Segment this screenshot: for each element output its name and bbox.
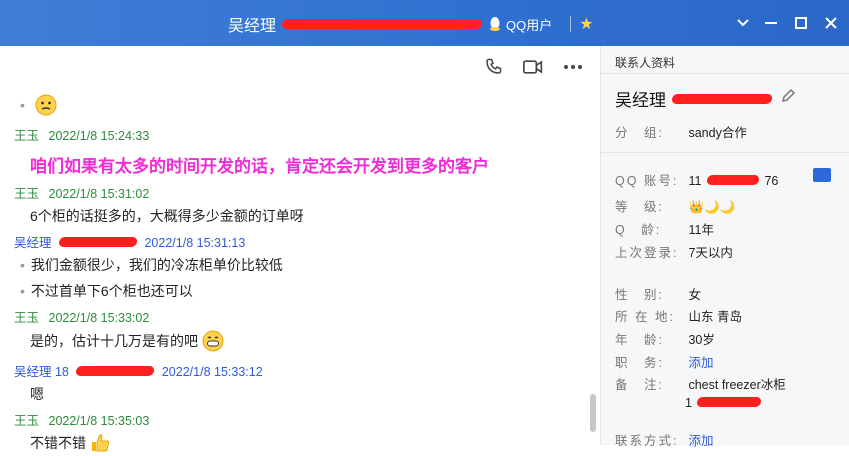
profile-panel: 联系人资料 吴经理 分 组: sandy合作 QQ 账号: 11 76 等 级:… [601,46,849,448]
highlight-message: 咱们如果有太多的时间开发的话，肯定还会开发到更多的客户 [30,157,489,176]
row-value: 11年 [688,223,714,237]
add-contact-link[interactable]: 添加 [688,434,713,448]
profile-row-group: 分 组: sandy合作 [615,122,747,141]
grin-face-icon [202,330,224,355]
maximize-icon[interactable] [788,10,814,36]
profile-row-last-login: 上次登录: 7天以内 [615,242,733,261]
message-time: 2022/1/8 15:31:13 [144,236,246,250]
row-label: 等 级: [615,200,664,214]
scrollbar-thumb[interactable] [590,394,596,432]
message-header: 王玉 2022/1/8 15:33:02 [14,307,584,326]
row-label: 备 注: [615,378,664,392]
row-value-suffix: 76 [764,174,779,188]
qq-user-label: QQ用户 [506,17,553,33]
sender-name: 吴经理 18 [14,365,69,379]
title-contact: 吴经理 QQ用户 ★ [228,14,594,35]
level-icons: 👑🌙🌙 [688,200,736,214]
message-text: 是的，估计十几万是有的吧 [30,330,584,355]
more-icon[interactable] [562,56,584,78]
chat-pane: 王玉 2022/1/8 15:24:33 咱们如果有太多的时间开发的话，肯定还会… [0,46,601,452]
row-value: 7天以内 [688,246,733,260]
message-text: 不过首单下6个柜也还可以 [20,281,584,301]
sender-name: 王玉 [14,311,40,325]
sender-name: 王玉 [14,414,40,428]
message-time: 2022/1/8 15:33:02 [48,311,150,325]
favorite-star-icon[interactable]: ★ [579,14,593,34]
chevron-down-icon[interactable] [730,10,756,36]
row-label: QQ 账号: [615,174,679,188]
profile-row-location: 所 在 地: 山东 青岛 [615,306,742,325]
row-label: 性 别: [615,288,664,302]
remark-second-line: 1 [685,396,786,410]
profile-row-contact: 联系方式: 添加 [615,430,714,449]
message-time: 2022/1/8 15:33:12 [161,365,263,379]
row-label: 所 在 地: [615,310,675,324]
title-bar: 吴经理 QQ用户 ★ [0,0,849,46]
profile-row-remark: 备 注: chest freezer冰柜 1 [615,374,786,410]
id-card-icon[interactable] [813,168,831,182]
sender-redaction [75,366,156,376]
row-value: sandy合作 [688,126,747,140]
row-value: 女 [688,288,701,302]
qq-penguin-icon [490,17,501,31]
profile-divider [601,152,849,153]
tab-divider [601,73,849,74]
sender-redaction [58,237,138,247]
row-label: 职 务: [615,356,664,370]
message-header: 吴经理 18 2022/1/8 15:33:12 [14,361,584,380]
message-text: 嗯 [30,386,44,402]
row-label: 上次登录: [615,246,679,260]
sender-name: 王玉 [14,187,40,201]
chat-toolbar [482,56,584,78]
row-value: 11 [688,174,702,188]
remark-value: chest freezer冰柜 [688,378,786,392]
row-label: 联系方式: [615,434,679,448]
message-header: 王玉 2022/1/8 15:24:33 [14,125,584,144]
close-icon[interactable] [818,10,844,36]
title-redaction [281,19,483,29]
edit-pencil-icon[interactable] [780,88,796,109]
contact-name: 吴经理 [615,86,796,111]
sender-name: 王玉 [14,129,40,143]
profile-row-age-q: Q 龄: 11年 [615,219,714,238]
message-text: 我们金额很少，我们的冷冻柜单价比较低 [20,255,584,275]
profile-row-age: 年 龄: 30岁 [615,329,715,348]
row-label: 分 组: [615,126,664,140]
message-text-content: 是的，估计十几万是有的吧 [30,333,198,350]
profile-row-level: 等 级: 👑🌙🌙 [615,196,735,215]
profile-row-qq: QQ 账号: 11 76 [615,170,778,189]
message-header: 王玉 2022/1/8 15:35:03 [14,410,584,429]
remark-value-2: 1 [685,396,692,410]
chat-scrollbar[interactable] [590,86,598,436]
title-separator [570,16,572,32]
video-call-icon[interactable] [522,56,544,78]
title-name: 吴经理 [228,18,277,35]
phone-icon[interactable] [482,56,504,78]
contact-id-redaction [671,93,773,104]
message-time: 2022/1/8 15:24:33 [48,129,150,143]
profile-row-position: 职 务: 添加 [615,352,714,371]
profile-row-gender: 性 别: 女 [615,284,701,303]
message-time: 2022/1/8 15:31:02 [48,187,150,201]
message-text-content: 不错不错 [30,435,86,452]
row-label: 年 龄: [615,333,664,347]
message-text [20,94,584,119]
row-value: 30岁 [688,333,715,347]
add-position-link[interactable]: 添加 [688,356,713,370]
minimize-icon[interactable] [758,10,784,36]
contact-name-text: 吴经理 [615,91,666,110]
message-text: 6个柜的话挺多的，大概得多少金额的订单呀 [30,208,304,224]
qq-redaction [706,175,760,185]
remark-redaction [696,397,763,407]
worried-face-icon [35,94,57,119]
row-label: Q 龄: [615,223,662,237]
message-header: 王玉 2022/1/8 15:31:02 [14,183,584,202]
message-time: 2022/1/8 15:35:03 [48,414,150,428]
message-header: 吴经理 2022/1/8 15:31:13 [14,232,584,251]
sender-name: 吴经理 [14,236,52,250]
row-value: 山东 青岛 [688,310,742,324]
message-list: 王玉 2022/1/8 15:24:33 咱们如果有太多的时间开发的话，肯定还会… [14,90,584,456]
